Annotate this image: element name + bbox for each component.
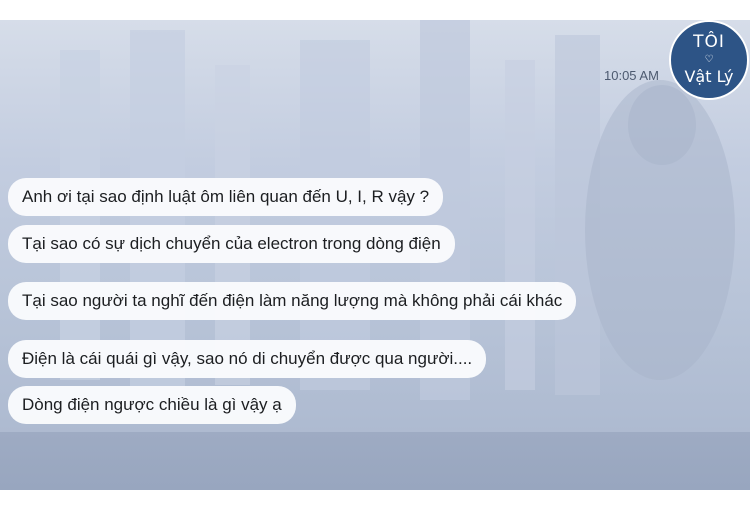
message-bubble[interactable]: Điện là cái quái gì vậy, sao nó di chuyể…: [8, 340, 487, 378]
message-bubble[interactable]: Tại sao người ta nghĩ đến điện làm năng …: [8, 282, 577, 320]
heart-icon: ♡: [704, 54, 714, 65]
floor-band: [0, 432, 750, 490]
logo-line-1: TÔI: [693, 32, 725, 52]
bottom-border: [0, 490, 750, 514]
logo-line-2: Vật Lý: [684, 67, 734, 86]
message-timestamp: 10:05 AM: [604, 68, 659, 83]
top-border: [0, 0, 750, 20]
toi-vat-ly-logo: TÔI ♡ Vật Lý: [669, 20, 749, 100]
message-bubble[interactable]: Anh ơi tại sao định luật ôm liên quan đế…: [8, 178, 444, 216]
message-bubble[interactable]: Tại sao có sự dịch chuyển của electron t…: [8, 225, 455, 263]
message-bubble[interactable]: Dòng điện ngược chiều là gì vậy ạ: [8, 386, 296, 424]
